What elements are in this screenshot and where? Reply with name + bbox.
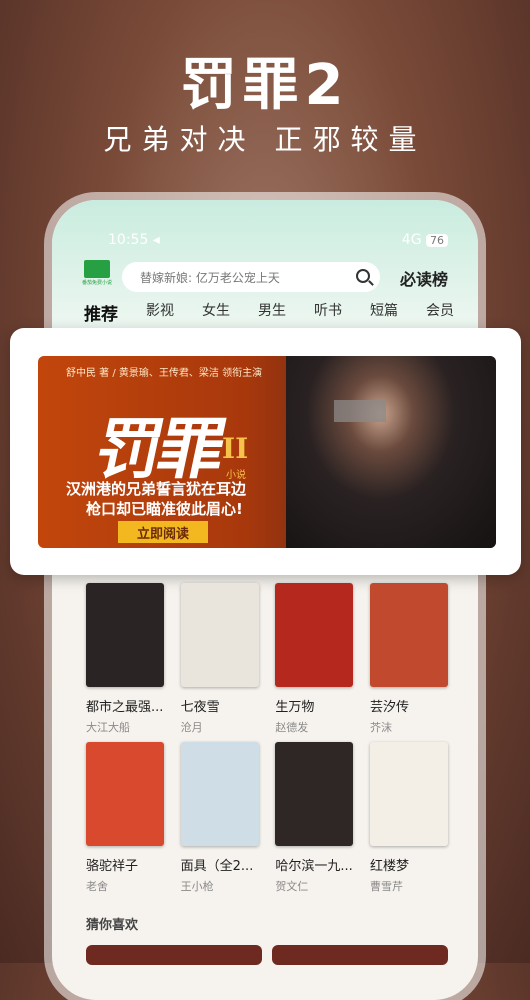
book-icon bbox=[84, 260, 110, 278]
book-author: 沧月 bbox=[180, 721, 203, 734]
tab-recommend[interactable]: 推荐 bbox=[84, 300, 118, 325]
book-card[interactable]: 芸汐传 芥沫 bbox=[369, 583, 448, 735]
book-card[interactable]: 哈尔滨一九... 贺文仁 bbox=[275, 742, 354, 894]
status-right: 4G 76 bbox=[402, 232, 448, 248]
book-cover[interactable] bbox=[275, 742, 354, 846]
banner-tagline-1: 汉洲港的兄弟誓言犹在耳边 bbox=[66, 480, 247, 498]
book-title: 七夜雪 bbox=[180, 700, 220, 715]
status-time: 10:55 ◂ bbox=[108, 232, 160, 248]
book-card[interactable]: 红楼梦 曹雪芹 bbox=[369, 742, 448, 894]
book-author: 贺文仁 bbox=[275, 880, 309, 893]
app-header: 10:55 ◂ 4G 76 番茄免费小说 替嫁新娘: 亿万老公宠上天 必读榜 推… bbox=[52, 200, 478, 330]
promo-headline: 罚罪2 bbox=[180, 53, 350, 118]
banner-credit: 舒中民 著 / 黄景瑜、王传君、梁洁 领衔主演 bbox=[66, 368, 263, 379]
app-logo-text: 番茄免费小说 bbox=[82, 280, 113, 286]
battery-icon: 76 bbox=[426, 234, 448, 247]
book-cover[interactable] bbox=[369, 742, 448, 846]
section-title-guess: 猜你喜欢 bbox=[86, 918, 139, 933]
book-cover[interactable] bbox=[180, 583, 259, 687]
book-card[interactable]: 骆驼祥子 老舍 bbox=[86, 742, 164, 894]
book-cover[interactable] bbox=[369, 583, 448, 687]
book-author: 大江大船 bbox=[86, 721, 130, 734]
tab-short[interactable]: 短篇 bbox=[370, 300, 398, 325]
status-bar: 10:55 ◂ 4G 76 bbox=[108, 230, 448, 250]
book-card[interactable]: 生万物 赵德发 bbox=[275, 583, 354, 735]
book-title: 芸汐传 bbox=[369, 700, 409, 715]
recommend-card-preview[interactable] bbox=[86, 945, 262, 965]
book-author: 赵德发 bbox=[275, 721, 309, 734]
tab-audio[interactable]: 听书 bbox=[314, 300, 342, 325]
book-grid-row-1: 都市之最强... 大江大船 七夜雪 沧月 生万物 赵德发 芸汐传 芥沫 bbox=[86, 583, 448, 735]
book-author: 老舍 bbox=[86, 880, 108, 893]
book-author: 王小枪 bbox=[180, 880, 214, 893]
banner-actor-image bbox=[286, 356, 496, 548]
search-input[interactable]: 替嫁新娘: 亿万老公宠上天 bbox=[122, 262, 380, 292]
book-title: 都市之最强... bbox=[86, 700, 164, 715]
promo-subline: 兄弟对决 正邪较量 bbox=[103, 123, 427, 156]
book-card[interactable]: 都市之最强... 大江大船 bbox=[86, 583, 164, 735]
book-cover[interactable] bbox=[180, 742, 259, 846]
book-title: 生万物 bbox=[275, 700, 315, 715]
recommend-card-preview[interactable] bbox=[272, 945, 448, 965]
read-now-button[interactable]: 立即阅读 bbox=[118, 521, 208, 543]
face-blur bbox=[334, 400, 386, 422]
book-cover[interactable] bbox=[86, 583, 164, 687]
book-title: 骆驼祥子 bbox=[86, 859, 139, 874]
signal-indicator: 4G bbox=[401, 232, 422, 248]
app-logo[interactable]: 番茄免费小说 bbox=[82, 260, 112, 290]
category-tabs: 推荐 影视 女生 男生 听书 短篇 会员 bbox=[84, 300, 454, 325]
search-placeholder: 替嫁新娘: 亿万老公宠上天 bbox=[140, 270, 280, 285]
tab-female[interactable]: 女生 bbox=[202, 300, 230, 325]
search-icon[interactable] bbox=[356, 269, 370, 283]
book-author: 芥沫 bbox=[369, 721, 392, 734]
book-grid-row-2: 骆驼祥子 老舍 面具（全2... 王小枪 哈尔滨一九... 贺文仁 红楼梦 曹雪… bbox=[86, 742, 448, 894]
featured-banner-card: 舒中民 著 / 黄景瑜、王传君、梁洁 领衔主演 罚罪 II 小说 汉洲港的兄弟誓… bbox=[10, 328, 521, 575]
book-card[interactable]: 七夜雪 沧月 bbox=[180, 583, 259, 735]
banner-tagline-2: 枪口却已瞄准彼此眉心! bbox=[86, 500, 243, 518]
book-card[interactable]: 面具（全2... 王小枪 bbox=[180, 742, 259, 894]
banner-title-numeral: II bbox=[222, 432, 249, 465]
tab-film[interactable]: 影视 bbox=[146, 300, 174, 325]
book-title: 哈尔滨一九... bbox=[275, 859, 353, 874]
book-cover[interactable] bbox=[86, 742, 164, 846]
tab-member[interactable]: 会员 bbox=[426, 300, 454, 325]
tab-male[interactable]: 男生 bbox=[258, 300, 286, 325]
book-title: 红楼梦 bbox=[369, 859, 409, 874]
featured-banner[interactable]: 舒中民 著 / 黄景瑜、王传君、梁洁 领衔主演 罚罪 II 小说 汉洲港的兄弟誓… bbox=[38, 356, 496, 548]
book-title: 面具（全2... bbox=[180, 859, 254, 874]
ranking-link[interactable]: 必读榜 bbox=[400, 266, 448, 290]
book-cover[interactable] bbox=[275, 583, 354, 687]
book-author: 曹雪芹 bbox=[369, 880, 403, 893]
